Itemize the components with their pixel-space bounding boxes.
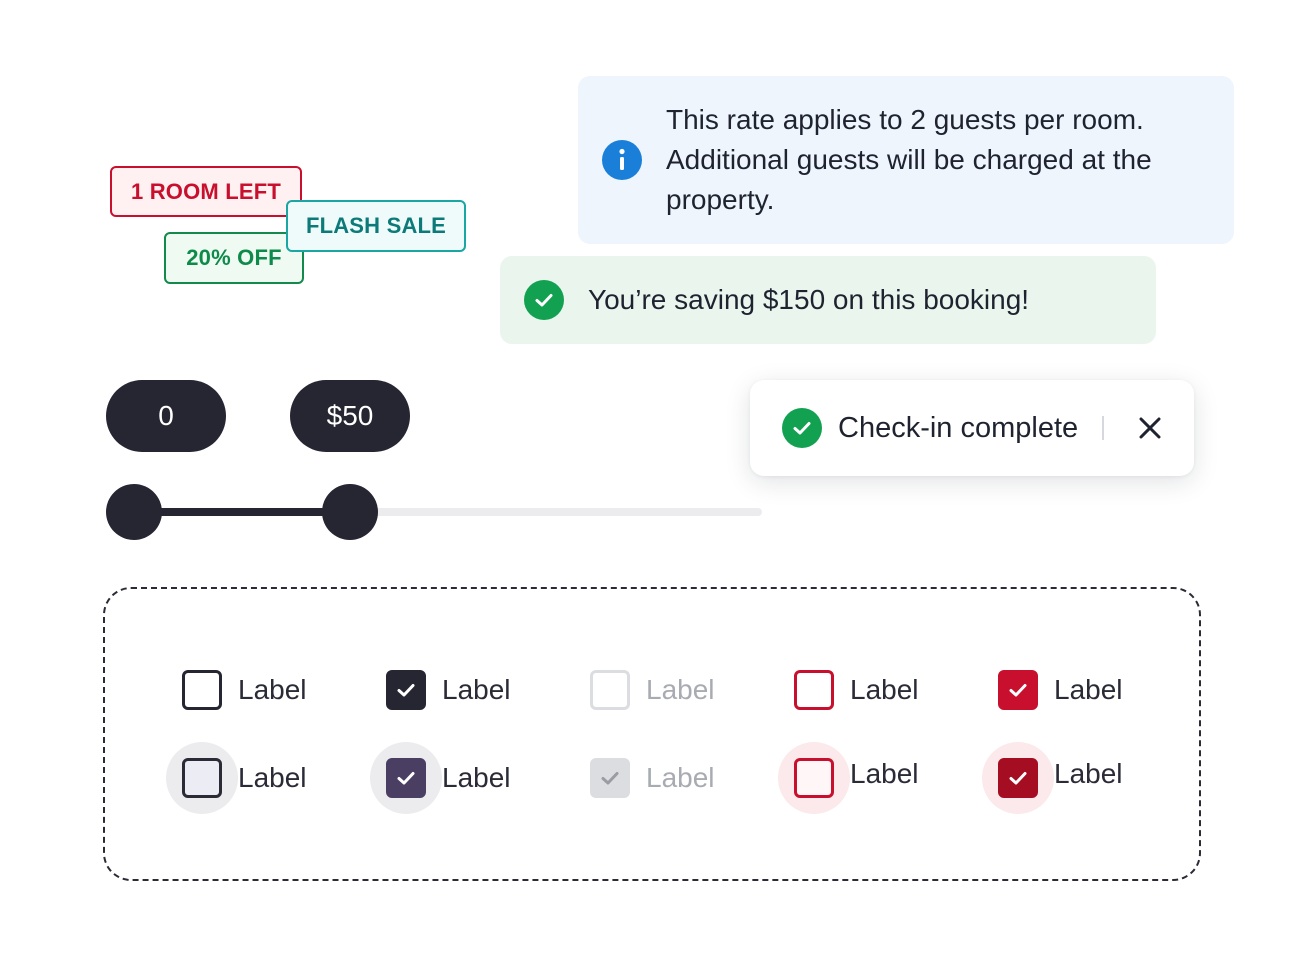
checkbox-disabled-unchecked: [590, 670, 630, 710]
toast-divider: [1102, 416, 1104, 440]
checkbox-label: Label: [238, 674, 307, 705]
flash-sale-tag: FLASH SALE: [286, 200, 466, 252]
info-message-line-3: property.: [666, 184, 775, 215]
toast-message: Check-in complete: [838, 412, 1079, 444]
checkbox-label: Label: [850, 674, 919, 705]
checkmark-icon: [394, 678, 418, 702]
checkbox-hover-checked[interactable]: [386, 758, 426, 798]
checkmark-icon: [1006, 766, 1030, 790]
slider-min-value: 0: [106, 380, 226, 452]
checkbox-label: Label: [1054, 674, 1123, 705]
checkbox-label: Label: [850, 758, 919, 789]
checkmark-icon: [598, 766, 622, 790]
checkbox-error-checked[interactable]: [998, 670, 1038, 710]
checkbox-error-hover-unchecked[interactable]: [794, 758, 834, 798]
checkbox-states-panel: [103, 587, 1201, 881]
checkbox-error-unchecked[interactable]: [794, 670, 834, 710]
checkmark-icon: [1006, 678, 1030, 702]
discount-tag: 20% OFF: [164, 232, 304, 284]
checkbox-label: Label: [442, 762, 511, 793]
info-message-line-2: Additional guests will be charged at the: [666, 144, 1152, 175]
checkbox-label: Label: [646, 674, 715, 705]
slider-max-handle[interactable]: [322, 484, 378, 540]
checkbox-error-hover-checked[interactable]: [998, 758, 1038, 798]
close-icon: [1139, 417, 1161, 439]
checkbox-default-unchecked[interactable]: [182, 670, 222, 710]
info-message-line-1: This rate applies to 2 guests per room.: [666, 104, 1144, 135]
check-circle-icon: [782, 408, 822, 448]
success-message: You’re saving $150 on this booking!: [588, 284, 1030, 315]
info-icon: [602, 140, 642, 180]
slider-max-value: $50: [290, 380, 410, 452]
room-left-tag: 1 ROOM LEFT: [110, 166, 302, 217]
slider-selected-range: [134, 508, 350, 516]
checkbox-disabled-checked: [590, 758, 630, 798]
checkbox-hover-unchecked[interactable]: [182, 758, 222, 798]
checkmark-icon: [394, 766, 418, 790]
slider-min-handle[interactable]: [106, 484, 162, 540]
checkbox-label: Label: [646, 762, 715, 793]
checkbox-label: Label: [238, 762, 307, 793]
checkbox-label: Label: [1054, 758, 1123, 789]
checkbox-label: Label: [442, 674, 511, 705]
toast-close-button[interactable]: [1130, 408, 1170, 448]
info-message: This rate applies to 2 guests per room. …: [666, 100, 1206, 220]
check-circle-icon: [524, 280, 564, 320]
checkbox-default-checked[interactable]: [386, 670, 426, 710]
